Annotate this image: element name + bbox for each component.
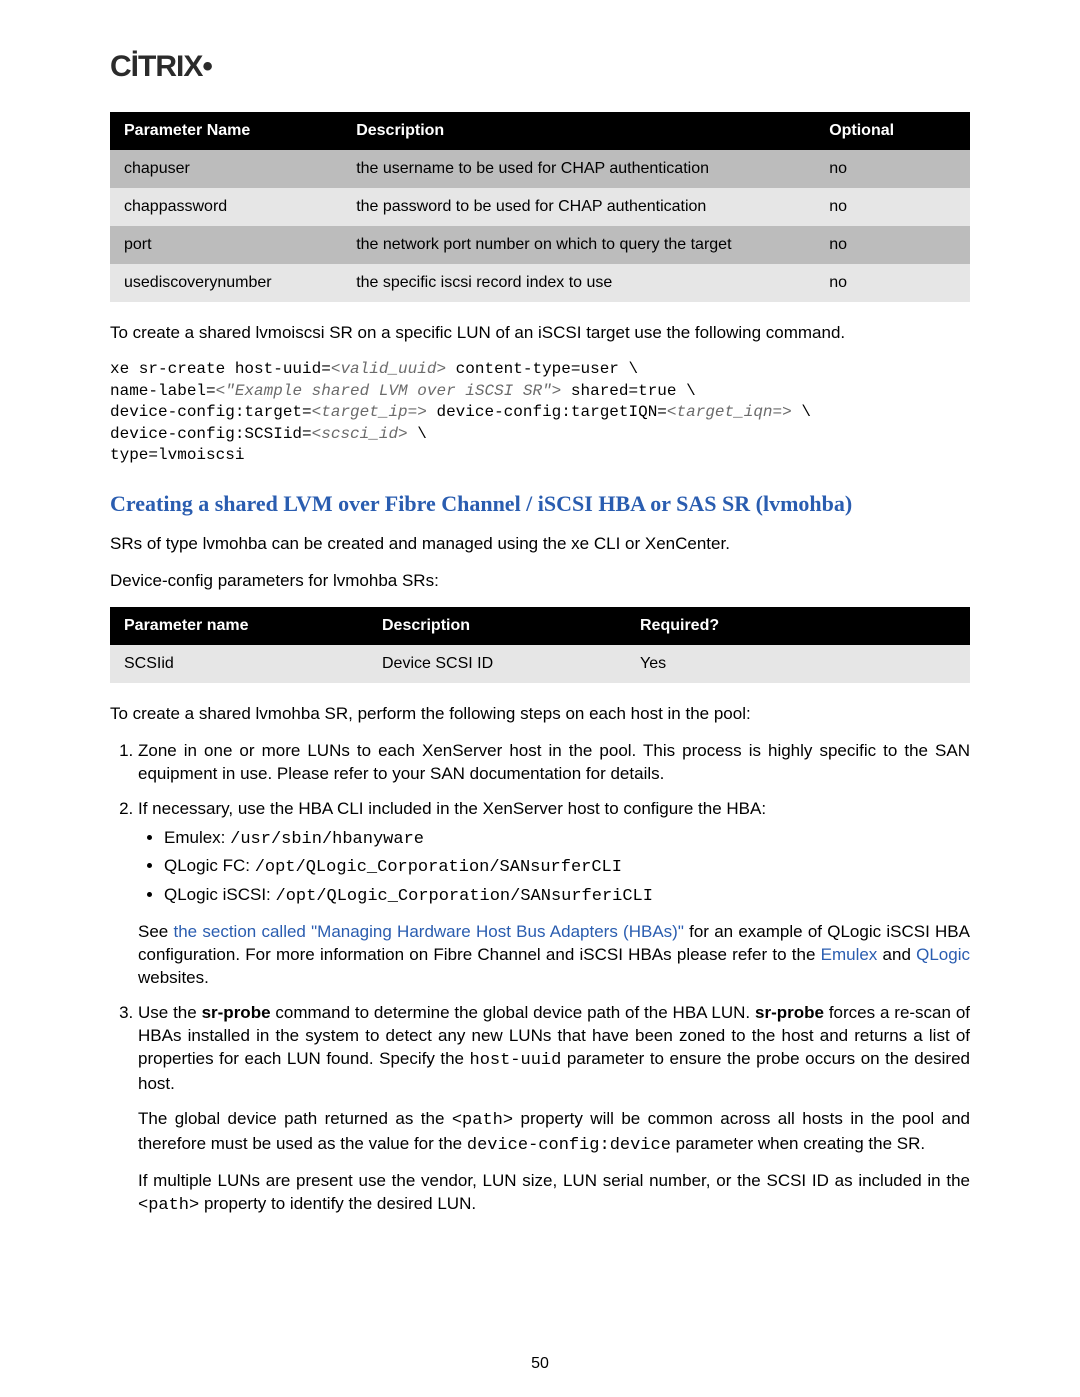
table-row: chappassword the password to be used for… (110, 188, 970, 226)
li-paragraph: See the section called "Managing Hardwar… (138, 921, 970, 990)
code-var: <target_iqn=> (667, 403, 792, 421)
list-item: If necessary, use the HBA CLI included i… (138, 798, 970, 991)
paragraph: SRs of type lvmohba can be created and m… (110, 533, 970, 556)
code-inline: <path> (452, 1111, 513, 1130)
list-item: QLogic FC: /opt/QLogic_Corporation/SANsu… (164, 855, 970, 880)
cell: the specific iscsi record index to use (342, 264, 815, 302)
code-text: device-config:target= (110, 403, 312, 421)
table-row: SCSIid Device SCSI ID Yes (110, 645, 970, 683)
code-var: <"Example shared LVM over iSCSI SR"> (216, 382, 562, 400)
label: QLogic iSCSI: (164, 885, 276, 904)
code-text: shared=true \ (561, 382, 695, 400)
code-text: device-config:targetIQN= (427, 403, 667, 421)
cross-ref-link[interactable]: the section called "Managing Hardware Ho… (174, 922, 684, 941)
sub-list: Emulex: /usr/sbin/hbanyware QLogic FC: /… (138, 827, 970, 910)
code-text: \ (792, 403, 811, 421)
logo-text: CİTRIX (110, 50, 202, 83)
cell: no (815, 188, 970, 226)
code-inline: device-config:device (467, 1136, 671, 1155)
code-text: content-type=user \ (446, 360, 638, 378)
col-description: Description (368, 607, 626, 645)
external-link-qlogic[interactable]: QLogic (916, 945, 970, 964)
code-text: xe sr-create host-uuid= (110, 360, 331, 378)
code-inline: <path> (138, 1196, 199, 1215)
paragraph: Device-config parameters for lvmohba SRs… (110, 570, 970, 593)
paragraph: To create a shared lvmoiscsi SR on a spe… (110, 322, 970, 345)
text: property to identify the desired LUN. (199, 1194, 476, 1213)
cell: chappassword (110, 188, 342, 226)
text: Use the (138, 1003, 202, 1022)
list-item: Zone in one or more LUNs to each XenServ… (138, 740, 970, 786)
li-paragraph: The global device path returned as the <… (138, 1108, 970, 1158)
col-param-name: Parameter name (110, 607, 368, 645)
code-text: type=lvmoiscsi (110, 446, 244, 464)
parameter-table-1: Parameter Name Description Optional chap… (110, 112, 970, 302)
table-row: usediscoverynumber the specific iscsi re… (110, 264, 970, 302)
code-text: \ (408, 425, 427, 443)
cell: no (815, 226, 970, 264)
cell: port (110, 226, 342, 264)
col-description: Description (342, 112, 815, 150)
label: QLogic FC: (164, 856, 255, 875)
cmd-name: sr-probe (755, 1003, 824, 1022)
code-path: /opt/QLogic_Corporation/SANsurferCLI (255, 858, 622, 877)
text: websites. (138, 968, 209, 987)
external-link-emulex[interactable]: Emulex (821, 945, 878, 964)
text: If multiple LUNs are present use the ven… (138, 1171, 970, 1190)
code-var: <scsci_id> (312, 425, 408, 443)
code-text: device-config:SCSIid= (110, 425, 312, 443)
text: parameter when creating the SR. (671, 1134, 925, 1153)
table-row: port the network port number on which to… (110, 226, 970, 264)
cell: SCSIid (110, 645, 368, 683)
code-text: name-label= (110, 382, 216, 400)
table-row: chapuser the username to be used for CHA… (110, 150, 970, 188)
code-inline: host-uuid (470, 1051, 562, 1070)
cell: no (815, 264, 970, 302)
page-number: 50 (0, 1355, 1080, 1373)
code-var: <valid_uuid> (331, 360, 446, 378)
li-text: If necessary, use the HBA CLI included i… (138, 799, 766, 818)
cell: the username to be used for CHAP authent… (342, 150, 815, 188)
label: Emulex: (164, 828, 230, 847)
logo-dot: • (202, 50, 212, 83)
cmd-name: sr-probe (202, 1003, 271, 1022)
steps-list: Zone in one or more LUNs to each XenServ… (110, 740, 970, 1218)
col-required: Required? (626, 607, 970, 645)
cell: chapuser (110, 150, 342, 188)
code-block: xe sr-create host-uuid=<valid_uuid> cont… (110, 359, 970, 467)
cell: no (815, 150, 970, 188)
cell: the network port number on which to quer… (342, 226, 815, 264)
li-paragraph: If multiple LUNs are present use the ven… (138, 1170, 970, 1218)
col-optional: Optional (815, 112, 970, 150)
code-path: /usr/sbin/hbanyware (230, 830, 424, 849)
cell: Yes (626, 645, 970, 683)
list-item: QLogic iSCSI: /opt/QLogic_Corporation/SA… (164, 884, 970, 909)
cell: the password to be used for CHAP authent… (342, 188, 815, 226)
col-param-name: Parameter Name (110, 112, 342, 150)
list-item: Emulex: /usr/sbin/hbanyware (164, 827, 970, 852)
parameter-table-2: Parameter name Description Required? SCS… (110, 607, 970, 683)
section-heading: Creating a shared LVM over Fibre Channel… (110, 491, 970, 517)
list-item: Use the sr-probe command to determine th… (138, 1002, 970, 1218)
code-var: <target_ip=> (312, 403, 427, 421)
cell: Device SCSI ID (368, 645, 626, 683)
brand-logo: CİTRIX• (110, 50, 970, 84)
cell: usediscoverynumber (110, 264, 342, 302)
text: and (877, 945, 916, 964)
code-path: /opt/QLogic_Corporation/SANsurferiCLI (276, 887, 653, 906)
text: The global device path returned as the (138, 1109, 452, 1128)
paragraph: To create a shared lvmohba SR, perform t… (110, 703, 970, 726)
text: See (138, 922, 174, 941)
text: command to determine the global device p… (271, 1003, 755, 1022)
